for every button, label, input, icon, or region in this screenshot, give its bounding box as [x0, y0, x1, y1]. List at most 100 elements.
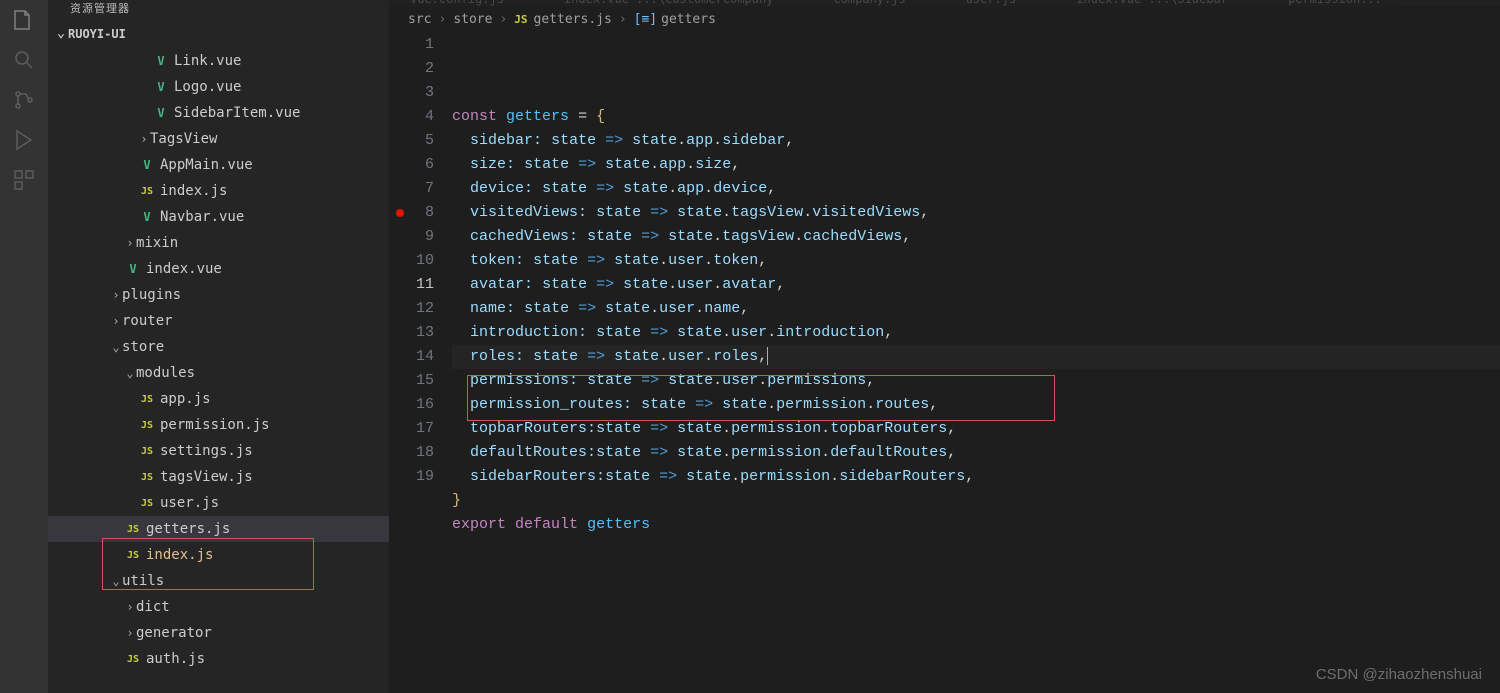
- line-number[interactable]: 1: [390, 33, 434, 57]
- line-number[interactable]: 13: [390, 321, 434, 345]
- editor-tab[interactable]: permission...: [1288, 0, 1382, 6]
- code-line[interactable]: introduction: state => state.user.introd…: [452, 321, 1500, 345]
- tree-label: store: [122, 339, 164, 355]
- breadcrumb-part[interactable]: src: [408, 12, 431, 27]
- code-line[interactable]: export default getters: [452, 513, 1500, 537]
- line-number[interactable]: 3: [390, 81, 434, 105]
- line-number[interactable]: 12: [390, 297, 434, 321]
- project-name: RUOYI-UI: [68, 27, 126, 41]
- breadcrumb-file[interactable]: getters.js: [534, 12, 612, 27]
- tree-folder[interactable]: ⌄store: [48, 334, 389, 360]
- code-line[interactable]: permissions: state => state.user.permiss…: [452, 369, 1500, 393]
- project-header[interactable]: ⌄ RUOYI-UI: [48, 22, 389, 48]
- extensions-icon[interactable]: [12, 168, 36, 192]
- search-icon[interactable]: [12, 48, 36, 72]
- editor-tabs[interactable]: vue.config.js index.vue ...\customerCompa…: [390, 0, 1500, 6]
- vue-icon: V: [152, 54, 170, 68]
- breadcrumb-part[interactable]: store: [453, 12, 492, 27]
- tree-folder[interactable]: ⌄utils: [48, 568, 389, 594]
- tree-file[interactable]: VNavbar.vue: [48, 204, 389, 230]
- tree-label: utils: [122, 573, 164, 589]
- explorer-icon[interactable]: [12, 8, 36, 32]
- line-number[interactable]: 9: [390, 225, 434, 249]
- tree-file[interactable]: JSpermission.js: [48, 412, 389, 438]
- line-number[interactable]: 15: [390, 369, 434, 393]
- code-content[interactable]: const getters = { sidebar: state => stat…: [452, 33, 1500, 693]
- tree-file[interactable]: VSidebarItem.vue: [48, 100, 389, 126]
- code-line[interactable]: size: state => state.app.size,: [452, 153, 1500, 177]
- tree-label: user.js: [160, 495, 219, 511]
- tree-folder[interactable]: ›mixin: [48, 230, 389, 256]
- line-number[interactable]: 8: [390, 201, 434, 225]
- line-number[interactable]: 18: [390, 441, 434, 465]
- tree-folder[interactable]: ›dict: [48, 594, 389, 620]
- chevron-icon: ›: [124, 626, 136, 640]
- breadcrumb-symbol[interactable]: getters: [661, 12, 716, 27]
- tree-file[interactable]: JSindex.js: [48, 542, 389, 568]
- editor-tab[interactable]: vue.config.js: [410, 0, 504, 6]
- code-line[interactable]: [452, 537, 1500, 561]
- editor-tab[interactable]: user.js: [966, 0, 1017, 6]
- line-number[interactable]: 11: [390, 273, 434, 297]
- line-number[interactable]: 10: [390, 249, 434, 273]
- tree-file[interactable]: JSsettings.js: [48, 438, 389, 464]
- line-number[interactable]: 4: [390, 105, 434, 129]
- editor-tab[interactable]: index.vue ...\Sidebar: [1076, 0, 1228, 6]
- code-editor[interactable]: 12345678910111213141516171819 const gett…: [390, 33, 1500, 693]
- editor-area: vue.config.js index.vue ...\customerCompa…: [390, 0, 1500, 693]
- js-icon: JS: [138, 186, 156, 197]
- code-line[interactable]: defaultRoutes:state => state.permission.…: [452, 441, 1500, 465]
- tree-file[interactable]: JSindex.js: [48, 178, 389, 204]
- tree-folder[interactable]: ⌄modules: [48, 360, 389, 386]
- tree-file[interactable]: JSauth.js: [48, 646, 389, 672]
- tree-folder[interactable]: ›router: [48, 308, 389, 334]
- breadcrumb[interactable]: src › store › JS getters.js › [≡] getter…: [390, 6, 1500, 33]
- line-number[interactable]: 17: [390, 417, 434, 441]
- code-line[interactable]: cachedViews: state => state.tagsView.cac…: [452, 225, 1500, 249]
- line-number[interactable]: 2: [390, 57, 434, 81]
- tree-label: Navbar.vue: [160, 209, 244, 225]
- js-icon: JS: [138, 446, 156, 457]
- tree-file[interactable]: Vindex.vue: [48, 256, 389, 282]
- code-line[interactable]: visitedViews: state => state.tagsView.vi…: [452, 201, 1500, 225]
- tree-file[interactable]: JSapp.js: [48, 386, 389, 412]
- code-line[interactable]: device: state => state.app.device,: [452, 177, 1500, 201]
- tree-folder[interactable]: ›TagsView: [48, 126, 389, 152]
- tree-label: tagsView.js: [160, 469, 253, 485]
- line-number[interactable]: 6: [390, 153, 434, 177]
- source-control-icon[interactable]: [12, 88, 36, 112]
- code-line[interactable]: sidebarRouters:state => state.permission…: [452, 465, 1500, 489]
- tree-file[interactable]: JStagsView.js: [48, 464, 389, 490]
- code-line[interactable]: permission_routes: state => state.permis…: [452, 393, 1500, 417]
- editor-tab[interactable]: company.js: [833, 0, 905, 6]
- tree-folder[interactable]: ›generator: [48, 620, 389, 646]
- editor-tab[interactable]: index.vue ...\customerCompany: [564, 0, 774, 6]
- line-number[interactable]: 5: [390, 129, 434, 153]
- tree-file[interactable]: VLogo.vue: [48, 74, 389, 100]
- line-number[interactable]: 16: [390, 393, 434, 417]
- line-number[interactable]: 14: [390, 345, 434, 369]
- chevron-right-icon: ›: [438, 12, 446, 27]
- chevron-icon: ⌄: [124, 366, 136, 380]
- tree-folder[interactable]: ›plugins: [48, 282, 389, 308]
- tree-label: SidebarItem.vue: [174, 105, 300, 121]
- activity-bar: [0, 0, 48, 693]
- code-line[interactable]: avatar: state => state.user.avatar,: [452, 273, 1500, 297]
- tree-file[interactable]: VLink.vue: [48, 48, 389, 74]
- code-line[interactable]: name: state => state.user.name,: [452, 297, 1500, 321]
- code-line[interactable]: sidebar: state => state.app.sidebar,: [452, 129, 1500, 153]
- code-line[interactable]: topbarRouters:state => state.permission.…: [452, 417, 1500, 441]
- tree-file[interactable]: JSgetters.js: [48, 516, 389, 542]
- tree-label: index.vue: [146, 261, 222, 277]
- tree-file[interactable]: JSuser.js: [48, 490, 389, 516]
- code-line[interactable]: }: [452, 489, 1500, 513]
- line-gutter[interactable]: 12345678910111213141516171819: [390, 33, 452, 693]
- debug-icon[interactable]: [12, 128, 36, 152]
- code-line[interactable]: const getters = {: [452, 105, 1500, 129]
- line-number[interactable]: 19: [390, 465, 434, 489]
- code-line[interactable]: roles: state => state.user.roles,: [452, 345, 1500, 369]
- code-line[interactable]: token: state => state.user.token,: [452, 249, 1500, 273]
- line-number[interactable]: 7: [390, 177, 434, 201]
- tree-label: dict: [136, 599, 170, 615]
- tree-file[interactable]: VAppMain.vue: [48, 152, 389, 178]
